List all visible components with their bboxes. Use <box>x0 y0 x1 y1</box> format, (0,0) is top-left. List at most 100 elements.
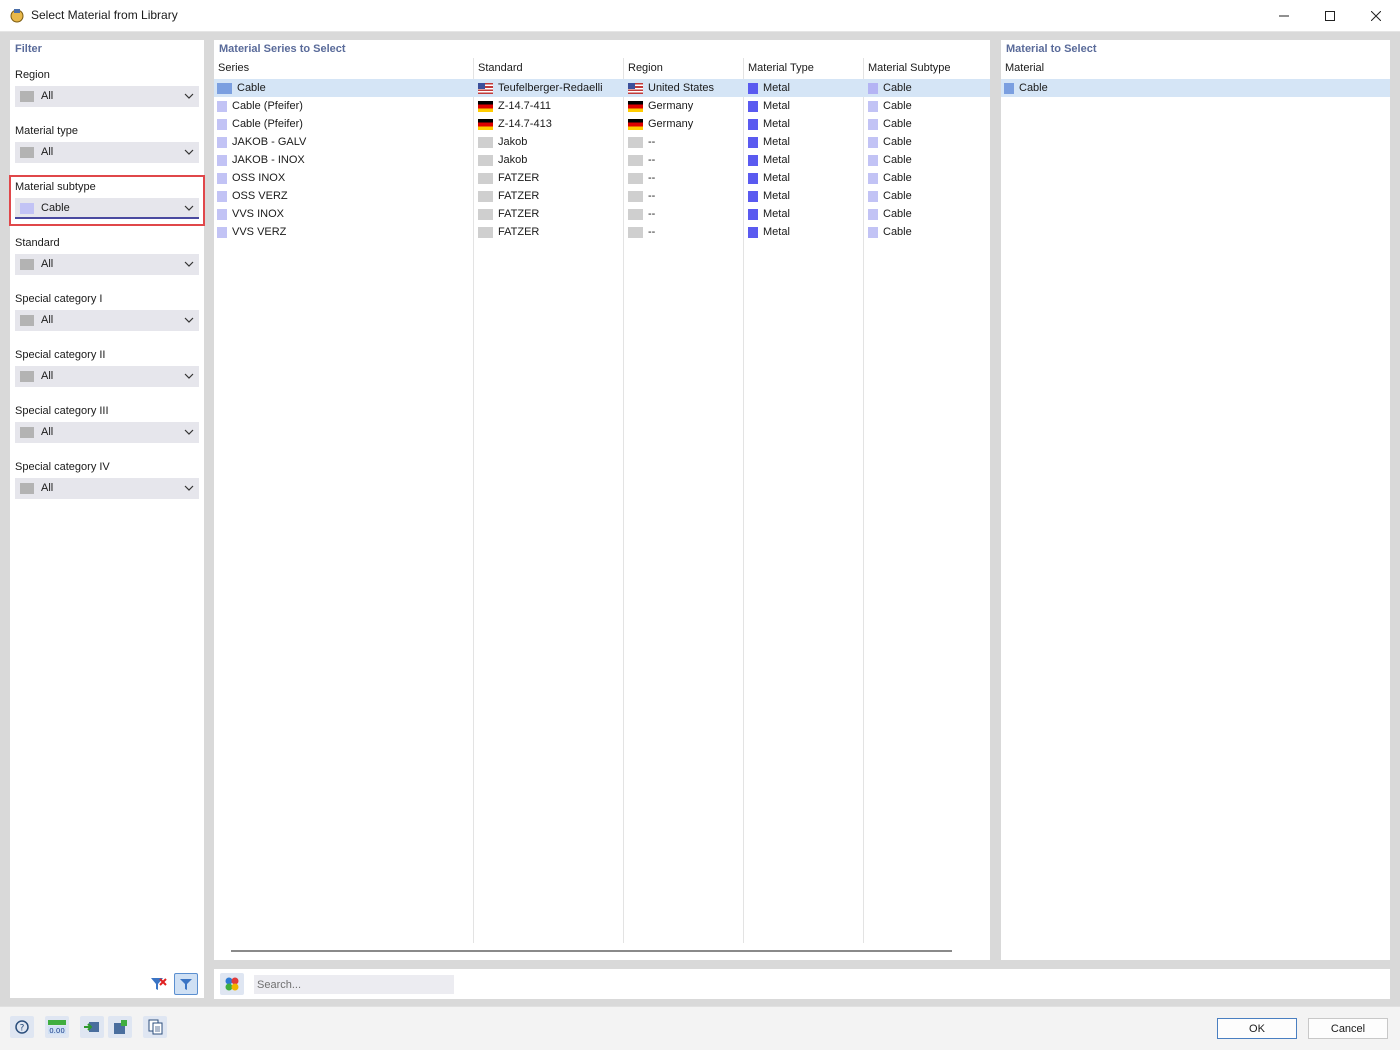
type-cell: Metal <box>763 172 790 184</box>
material-colors-icon <box>225 977 239 991</box>
bottom-bar <box>0 1006 1400 1050</box>
search-input[interactable]: Search... <box>254 975 454 994</box>
standard-placeholder-icon <box>478 136 493 148</box>
chevron-down-icon <box>184 149 194 155</box>
type-cell: Metal <box>763 208 790 220</box>
subtype-cell: Cable <box>883 208 912 220</box>
material-filter-button[interactable] <box>220 973 244 995</box>
special-category-3-swatch-icon <box>20 427 34 438</box>
germany-flag-icon <box>628 100 643 112</box>
col-header-material-subtype[interactable]: Material Subtype <box>868 62 951 74</box>
col-header-material-type[interactable]: Material Type <box>748 62 814 74</box>
subtype-cell: Cable <box>883 190 912 202</box>
us-flag-icon <box>478 82 493 94</box>
document-copy-icon <box>148 1019 163 1035</box>
metal-color-icon <box>748 100 758 112</box>
col-header-material[interactable]: Material <box>1005 62 1044 74</box>
special-category-1-swatch-icon <box>20 315 34 326</box>
standard-cell: FATZER <box>498 172 540 184</box>
column-divider <box>623 58 624 943</box>
horizontal-scrollbar[interactable] <box>231 950 952 952</box>
material-subtype-value: Cable <box>41 202 70 214</box>
cable-color-icon <box>868 208 878 220</box>
library-save-button[interactable] <box>108 1016 132 1038</box>
standard-placeholder-icon <box>478 172 493 184</box>
series-cell: Cable <box>237 82 266 94</box>
metal-color-icon <box>748 118 758 130</box>
standard-cell: FATZER <box>498 208 540 220</box>
special-category-3-select[interactable]: All <box>15 422 199 443</box>
material-type-value: All <box>41 146 54 158</box>
subtype-cell: Cable <box>883 172 912 184</box>
metal-color-icon <box>748 136 758 148</box>
special-category-2-select[interactable]: All <box>15 366 199 387</box>
us-flag-icon <box>628 82 643 94</box>
subtype-cell: Cable <box>883 154 912 166</box>
cancel-button[interactable]: Cancel <box>1308 1018 1388 1039</box>
special-category-1-value: All <box>41 314 54 326</box>
minimize-button[interactable] <box>1261 0 1307 31</box>
import-button[interactable] <box>80 1016 104 1038</box>
region-placeholder-icon <box>628 172 643 184</box>
metal-color-icon <box>748 172 758 184</box>
units-button[interactable]: 0.00 <box>45 1016 69 1038</box>
close-icon <box>1371 10 1381 21</box>
special-category-3-value: All <box>41 426 54 438</box>
cable-color-icon <box>868 190 878 202</box>
subtype-cell: Cable <box>883 82 912 94</box>
region-cell: Germany <box>648 100 694 112</box>
special-category-1-select[interactable]: All <box>15 310 199 331</box>
column-divider <box>863 58 864 943</box>
germany-flag-icon <box>478 118 493 130</box>
series-color-icon <box>217 226 227 238</box>
apply-filter-button[interactable] <box>174 973 198 995</box>
metal-color-icon <box>748 154 758 166</box>
region-placeholder-icon <box>628 190 643 202</box>
series-color-icon <box>217 190 227 202</box>
series-color-icon <box>217 100 227 112</box>
region-placeholder-icon <box>628 208 643 220</box>
col-header-standard[interactable]: Standard <box>478 62 523 74</box>
clear-filter-button[interactable] <box>147 973 171 995</box>
help-button[interactable]: ? <box>10 1016 34 1038</box>
maximize-icon <box>1325 10 1335 21</box>
window-title: Select Material from Library <box>31 8 178 22</box>
col-header-series[interactable]: Series <box>218 62 249 74</box>
special-category-4-select[interactable]: All <box>15 478 199 499</box>
region-cell: -- <box>648 208 656 220</box>
material-cell: Cable <box>1019 82 1048 94</box>
series-cell: Cable (Pfeifer) <box>232 118 303 130</box>
help-icon: ? <box>15 1020 29 1034</box>
type-cell: Metal <box>763 190 790 202</box>
material-type-select[interactable]: All <box>15 142 199 163</box>
special-category-4-label: Special category IV <box>15 461 110 473</box>
import-icon <box>84 1022 99 1032</box>
standard-select[interactable]: All <box>15 254 199 275</box>
selected-material-row-highlight <box>1001 79 1390 97</box>
type-cell: Metal <box>763 136 790 148</box>
series-color-icon <box>217 172 227 184</box>
special-category-2-value: All <box>41 370 54 382</box>
region-cell: Germany <box>648 118 694 130</box>
material-type-label: Material type <box>15 125 78 137</box>
standard-label: Standard <box>15 237 60 249</box>
series-color-icon <box>217 154 227 166</box>
series-cell: OSS VERZ <box>232 190 288 202</box>
region-cell: -- <box>648 154 656 166</box>
maximize-button[interactable] <box>1307 0 1353 31</box>
series-color-icon <box>217 118 227 130</box>
ok-button[interactable]: OK <box>1217 1018 1297 1039</box>
material-subtype-select[interactable]: Cable <box>15 198 199 219</box>
chevron-down-icon <box>184 373 194 379</box>
title-bar: Select Material from Library <box>0 0 1400 32</box>
material-subtype-label: Material subtype <box>15 181 96 193</box>
column-divider <box>743 58 744 943</box>
region-cell: -- <box>648 190 656 202</box>
document-copy-button[interactable] <box>143 1016 167 1038</box>
column-divider <box>473 58 474 943</box>
col-header-region[interactable]: Region <box>628 62 663 74</box>
list-item[interactable]: Cable <box>1004 79 1048 97</box>
region-select[interactable]: All <box>15 86 199 107</box>
close-button[interactable] <box>1353 0 1399 31</box>
region-cell: -- <box>648 172 656 184</box>
